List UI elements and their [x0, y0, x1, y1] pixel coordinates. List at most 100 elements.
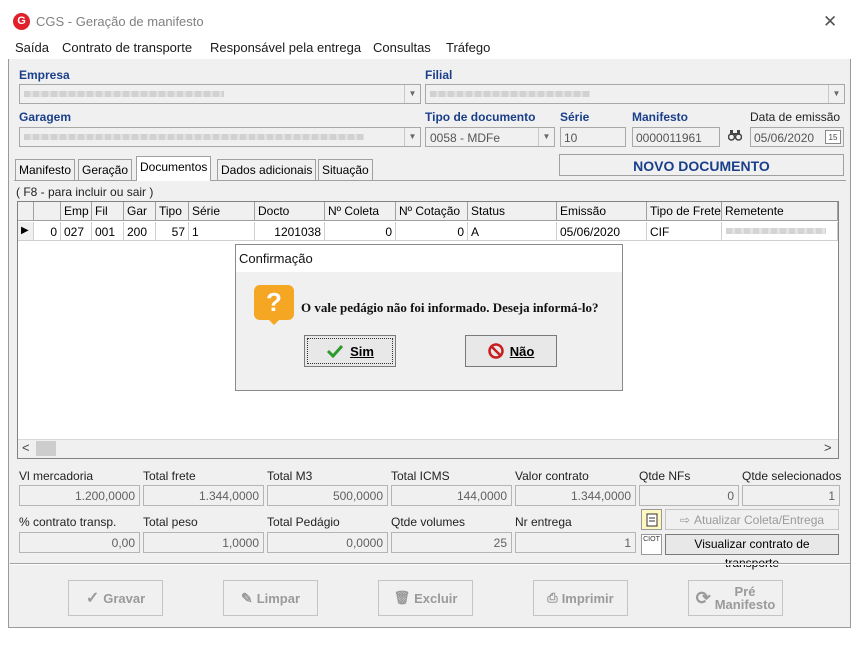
tab-situacao[interactable]: Situação [318, 159, 373, 180]
grid-cell[interactable]: 0 [34, 222, 61, 241]
menu-responsavel[interactable]: Responsável pela entrega [210, 40, 361, 55]
grid-header-coleta[interactable]: Nº Coleta [325, 202, 396, 221]
serie-field[interactable]: 10 [560, 127, 626, 147]
grid-header-blank[interactable] [34, 202, 61, 221]
calendar-icon[interactable]: 15 [825, 130, 841, 144]
tab-geracao[interactable]: Geração [78, 159, 133, 180]
chevron-down-icon[interactable]: ▼ [828, 85, 844, 103]
valor-contrato-label: Valor contrato [515, 469, 589, 483]
trash-icon: 🗑︎ [393, 590, 411, 605]
grid-header-remetente[interactable]: Remetente [722, 202, 838, 221]
grid-cell[interactable]: 0 [396, 222, 468, 241]
manifesto-value: 0000011961 [636, 131, 702, 145]
gravar-button[interactable]: ✓ Gravar [68, 580, 163, 616]
dialog-title: Confirmação [239, 251, 313, 266]
total-peso-label: Total peso [143, 515, 198, 529]
excluir-button[interactable]: 🗑︎ Excluir [378, 580, 473, 616]
grid-header-cotacao[interactable]: Nº Cotação [396, 202, 468, 221]
imprimir-button[interactable]: ⎙ Imprimir [533, 580, 628, 616]
garagem-label: Garagem [19, 110, 72, 124]
dialog-yes-button[interactable]: Sim [304, 335, 396, 367]
menu-saida[interactable]: Saída [15, 40, 49, 55]
tab-manifesto[interactable]: Manifesto [15, 159, 76, 180]
tab-dados-adicionais[interactable]: Dados adicionais [217, 159, 317, 180]
pre-manifesto-button[interactable]: ⟳ Pré Manifesto [688, 580, 783, 616]
grid-header-tipo[interactable]: Tipo [156, 202, 189, 221]
grid-header-emp[interactable]: Emp [61, 202, 92, 221]
tab-documentos[interactable]: Documentos [136, 156, 212, 181]
grid-header-serie[interactable]: Série [189, 202, 255, 221]
total-m3-value: 500,0000 [267, 485, 388, 506]
nr-entrega-label: Nr entrega [515, 515, 572, 529]
grid-header-indicator [18, 202, 34, 221]
grid-cell[interactable]: 1 [189, 222, 255, 241]
visualizar-contrato-button[interactable]: Visualizar contrato de transporte [665, 534, 839, 570]
remetente-value-redacted [726, 228, 826, 234]
serie-value: 10 [564, 131, 578, 145]
scrollbar-thumb[interactable] [36, 441, 56, 456]
total-pedagio-label: Total Pedágio [267, 515, 340, 529]
close-icon[interactable]: ✕ [823, 12, 837, 32]
grid-cell[interactable]: 001 [92, 222, 124, 241]
menu-consultas[interactable]: Consultas [373, 40, 431, 55]
grid-cell[interactable]: 57 [156, 222, 189, 241]
nr-entrega-value: 1 [515, 532, 636, 553]
horizontal-scrollbar[interactable] [18, 439, 838, 458]
grid-header-emissao[interactable]: Emissão [557, 202, 647, 221]
grid-cell[interactable]: A [468, 222, 557, 241]
empresa-label: Empresa [19, 68, 70, 82]
scroll-left-icon[interactable]: < [22, 440, 30, 455]
imprimir-label: Imprimir [561, 590, 614, 606]
total-frete-label: Total frete [143, 469, 196, 483]
grid-cell[interactable]: 1201038 [255, 222, 325, 241]
valor-contrato-value: 1.344,0000 [515, 485, 636, 506]
serie-label: Série [560, 110, 590, 124]
scroll-right-icon[interactable]: > [824, 440, 832, 455]
empresa-value-redacted [24, 91, 224, 97]
data-emissao-field[interactable]: 05/06/2020 15 [750, 127, 844, 147]
prohibited-icon [487, 343, 504, 359]
atualizar-coleta-button[interactable]: ⇨ Atualizar Coleta/Entrega [665, 509, 839, 530]
binoculars-icon[interactable] [724, 127, 746, 147]
ciot-icon[interactable]: CIOT [641, 534, 662, 555]
grid-cell[interactable]: 027 [61, 222, 92, 241]
total-m3-label: Total M3 [267, 469, 313, 483]
total-icms-label: Total ICMS [391, 469, 450, 483]
atualizar-coleta-label: Atualizar Coleta/Entrega [693, 512, 825, 527]
chevron-down-icon[interactable]: ▼ [538, 128, 554, 146]
grid-header-gar[interactable]: Gar [124, 202, 156, 221]
grid-cell[interactable]: 05/06/2020 [557, 222, 647, 241]
garagem-select[interactable]: ▼ [19, 127, 421, 147]
grid-cell-remetente[interactable] [722, 222, 838, 241]
grid-header-tipo-frete[interactable]: Tipo de Frete [647, 202, 722, 221]
tipo-doc-select[interactable]: 0058 - MDFe ▼ [425, 127, 555, 147]
chevron-down-icon[interactable]: ▼ [404, 128, 420, 146]
total-icms-value: 144,0000 [391, 485, 512, 506]
grid-cell[interactable]: CIF [647, 222, 722, 241]
app-logo-icon: G [13, 13, 30, 30]
menu-trafego[interactable]: Tráfego [446, 40, 490, 55]
checkmark-icon: ✓ [85, 590, 100, 607]
total-peso-value: 1,0000 [143, 532, 264, 553]
total-pedagio-value: 0,0000 [267, 532, 388, 553]
hint-text: ( F8 - para incluir ou sair ) [16, 185, 154, 199]
dialog-no-button[interactable]: Não [465, 335, 557, 367]
grid-cell[interactable]: 200 [124, 222, 156, 241]
grid-header-docto[interactable]: Docto [255, 202, 325, 221]
limpar-label: Limpar [256, 590, 301, 606]
data-emissao-label: Data de emissão [750, 110, 841, 124]
empresa-select[interactable]: ▼ [19, 84, 421, 104]
manifesto-field[interactable]: 0000011961 [632, 127, 720, 147]
limpar-button[interactable]: ✎ Limpar [223, 580, 318, 616]
vl-mercadoria-value: 1.200,0000 [19, 485, 140, 506]
pre-manifesto-label-line2: Manifesto [714, 597, 776, 612]
menu-contrato[interactable]: Contrato de transporte [62, 40, 192, 55]
chevron-down-icon[interactable]: ▼ [404, 85, 420, 103]
qtde-volumes-label: Qtde volumes [391, 515, 466, 529]
grid-header-status[interactable]: Status [468, 202, 557, 221]
tipo-doc-label: Tipo de documento [425, 110, 536, 124]
document-icon[interactable] [641, 509, 662, 530]
grid-header-fil[interactable]: Fil [92, 202, 124, 221]
grid-cell[interactable]: 0 [325, 222, 396, 241]
filial-select[interactable]: ▼ [425, 84, 845, 104]
